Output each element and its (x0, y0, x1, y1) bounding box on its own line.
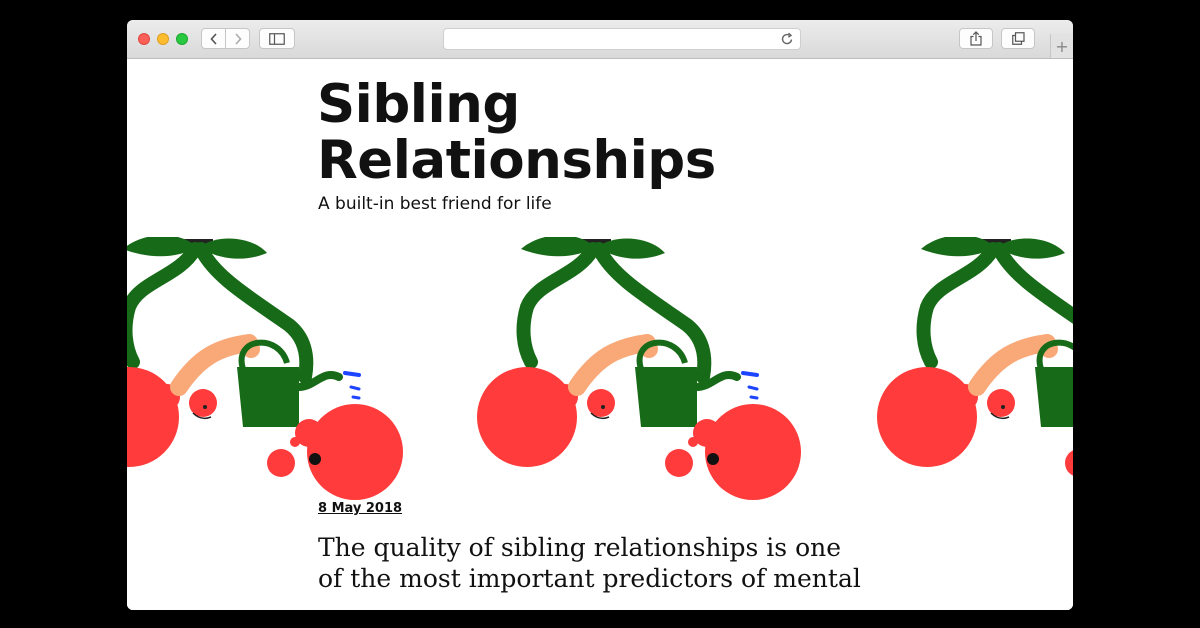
cherry-illustration-3 (877, 237, 1073, 500)
cherry-illustration-2 (477, 237, 801, 500)
minimize-window-button[interactable] (157, 33, 169, 45)
browser-window: + Sibling Relationships A built-in best … (127, 20, 1073, 610)
history-nav (201, 28, 250, 49)
forward-button[interactable] (226, 29, 249, 48)
plus-icon: + (1055, 36, 1069, 56)
article-lead: The quality of sibling relationships is … (318, 532, 958, 594)
hero-illustration (127, 237, 1073, 502)
new-tab-button[interactable]: + (1050, 34, 1073, 58)
forward-icon (234, 32, 242, 45)
title-line-2: Relationships (317, 130, 716, 191)
reload-icon[interactable] (781, 32, 794, 46)
title-line-1: Sibling (317, 74, 520, 135)
lead-line-2: of the most important predictors of ment… (318, 564, 861, 593)
sidebar-button[interactable] (259, 28, 295, 49)
page-content: Sibling Relationships A built-in best fr… (127, 59, 1073, 610)
lead-line-1: The quality of sibling relationships is … (318, 533, 842, 562)
zoom-window-button[interactable] (176, 33, 188, 45)
cherry-illustration-1 (127, 237, 403, 500)
address-bar[interactable] (443, 28, 801, 50)
show-tabs-button[interactable] (1001, 28, 1035, 49)
article-date-link[interactable]: 8 May 2018 (318, 501, 402, 516)
back-icon (209, 32, 217, 45)
browser-toolbar: + (127, 20, 1073, 59)
article-subtitle: A built-in best friend for life (318, 194, 552, 214)
article-title: Sibling Relationships (317, 77, 716, 189)
tabs-icon (1011, 32, 1025, 45)
back-button[interactable] (202, 29, 226, 48)
close-window-button[interactable] (138, 33, 150, 45)
share-icon (970, 31, 982, 46)
share-button[interactable] (959, 28, 993, 49)
sidebar-icon (269, 32, 285, 45)
